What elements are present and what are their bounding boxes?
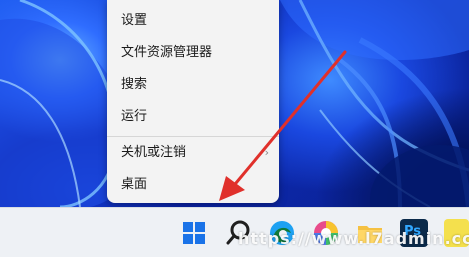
menu-item-run[interactable]: 运行 [121, 107, 147, 127]
chevron-right-icon: › [264, 146, 269, 159]
context-menu: 设置 文件资源管理器 搜索 运行 关机或注销 › 桌面 [107, 0, 279, 203]
start-icon[interactable] [180, 219, 208, 247]
menu-separator [107, 136, 279, 137]
menu-item-settings[interactable]: 设置 [121, 11, 147, 31]
menu-item-desktop[interactable]: 桌面 [121, 175, 147, 195]
watermark-url: https://www.l7admin.cc [238, 229, 469, 248]
menu-item-file-explorer[interactable]: 文件资源管理器 [121, 43, 212, 63]
menu-item-shutdown[interactable]: 关机或注销 [121, 143, 186, 163]
menu-item-search[interactable]: 搜索 [121, 75, 147, 95]
